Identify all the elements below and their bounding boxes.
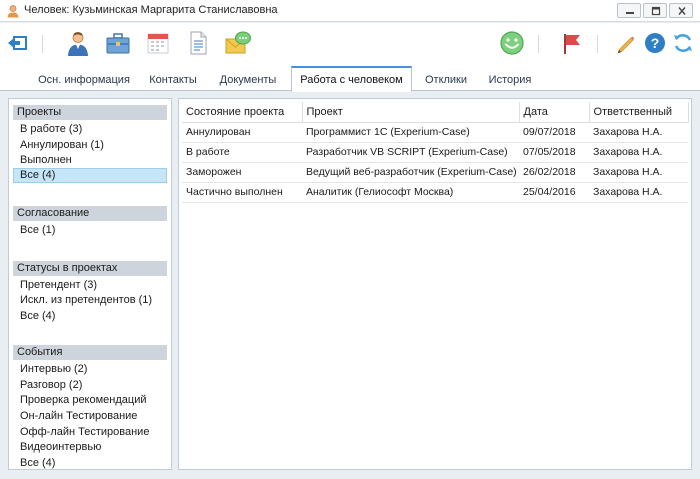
toolbar-separator <box>538 35 539 53</box>
table-row[interactable]: Заморожен Ведущий веб-разработчик (Exper… <box>182 162 688 183</box>
pencil-icon <box>617 36 635 54</box>
flag-button[interactable] <box>558 29 586 57</box>
table-cell-project: Аналитик (Гелиософт Москва) <box>302 182 519 203</box>
back-button[interactable] <box>4 29 32 57</box>
left-filter-panel: Проекты В работе (3) Аннулирован (1) Вып… <box>8 98 172 470</box>
filter-status-candidate[interactable]: Претендент (3) <box>13 278 167 293</box>
column-header-project[interactable]: Проект <box>302 102 520 123</box>
section-header-projects: Проекты <box>13 105 167 120</box>
tab-responses[interactable]: Отклики <box>416 69 476 91</box>
smiley-icon <box>500 31 524 55</box>
document-icon <box>190 31 207 55</box>
table-cell-responsible: Захарова Н.А. <box>589 142 688 163</box>
projects-table: Состояние проекта Проект Дата Ответствен… <box>182 102 689 203</box>
section-header-approval: Согласование <box>13 206 167 221</box>
filter-event-offline-testing[interactable]: Офф-лайн Тестирование <box>13 425 167 440</box>
minimize-icon <box>626 12 634 14</box>
flag-icon <box>564 34 580 54</box>
column-header-responsible[interactable]: Ответственный <box>589 102 689 123</box>
table-cell-responsible: Захарова Н.А. <box>589 182 688 203</box>
table-cell-state: В работе <box>182 142 302 163</box>
filter-projects-all[interactable]: Все (4) <box>13 168 167 183</box>
close-button[interactable] <box>669 3 693 18</box>
maximize-button[interactable] <box>643 3 667 18</box>
filter-event-online-testing[interactable]: Он-лайн Тестирование <box>13 409 167 424</box>
table-header-row: Состояние проекта Проект Дата Ответствен… <box>182 102 689 123</box>
table-row[interactable]: Частично выполнен Аналитик (Гелиософт Мо… <box>182 182 688 203</box>
filter-event-all[interactable]: Все (4) <box>13 456 167 471</box>
person-button[interactable] <box>64 29 92 57</box>
toolbar-separator <box>597 35 598 53</box>
table-cell-date: 07/05/2018 <box>519 142 589 163</box>
filter-projects-cancelled[interactable]: Аннулирован (1) <box>13 138 167 153</box>
back-icon <box>8 36 27 50</box>
person-icon <box>68 32 88 56</box>
briefcase-button[interactable] <box>104 29 132 57</box>
table-cell-responsible: Захарова Н.А. <box>589 122 688 143</box>
calendar-icon <box>147 33 169 54</box>
message-icon <box>225 31 251 54</box>
filter-approval-all[interactable]: Все (1) <box>13 223 167 238</box>
tab-contacts[interactable]: Контакты <box>140 69 206 91</box>
refresh-icon <box>674 34 692 52</box>
table-row[interactable]: Аннулирован Программист 1С (Experium-Cas… <box>182 122 688 143</box>
tab-bar: Осн. информация Контакты Документы Работ… <box>0 65 700 92</box>
tab-documents[interactable]: Документы <box>210 69 286 91</box>
document-button[interactable] <box>184 29 212 57</box>
filter-event-interview[interactable]: Интервью (2) <box>13 362 167 377</box>
section-header-statuses: Статусы в проектах <box>13 261 167 276</box>
table-cell-responsible: Захарова Н.А. <box>589 162 688 183</box>
table-cell-state: Заморожен <box>182 162 302 183</box>
filter-event-reference-check[interactable]: Проверка рекомендаций <box>13 393 167 408</box>
filter-status-excluded[interactable]: Искл. из претендентов (1) <box>13 293 167 308</box>
briefcase-icon <box>106 33 130 54</box>
filter-projects-in-work[interactable]: В работе (3) <box>13 122 167 137</box>
projects-table-panel: Состояние проекта Проект Дата Ответствен… <box>178 98 692 470</box>
table-cell-state: Частично выполнен <box>182 182 302 203</box>
tab-history[interactable]: История <box>480 69 540 91</box>
minimize-button[interactable] <box>617 3 641 18</box>
table-cell-date: 09/07/2018 <box>519 122 589 143</box>
table-row[interactable]: В работе Разработчик VB SCRIPT (Experium… <box>182 142 688 163</box>
table-cell-project: Программист 1С (Experium-Case) <box>302 122 519 143</box>
message-button[interactable] <box>224 29 252 57</box>
column-header-date[interactable]: Дата <box>519 102 590 123</box>
title-bar: Человек: Кузьминская Маргарита Станислав… <box>0 0 700 22</box>
table-cell-date: 25/04/2016 <box>519 182 589 203</box>
tab-main-info[interactable]: Осн. информация <box>30 69 138 91</box>
table-cell-project: Разработчик VB SCRIPT (Experium-Case) <box>302 142 519 163</box>
person-icon <box>7 5 19 18</box>
filter-status-all[interactable]: Все (4) <box>13 309 167 324</box>
column-header-project-state[interactable]: Состояние проекта <box>182 102 303 123</box>
maximize-icon <box>651 6 661 16</box>
edit-button[interactable] <box>612 29 640 57</box>
filter-event-video-interview[interactable]: Видеоинтервью <box>13 440 167 455</box>
toolbar: ? <box>0 23 700 65</box>
table-cell-project: Ведущий веб-разработчик (Experium-Case) <box>302 162 519 183</box>
close-icon <box>678 7 686 15</box>
filter-event-conversation[interactable]: Разговор (2) <box>13 378 167 393</box>
calendar-button[interactable] <box>144 29 172 57</box>
tab-work-with-person[interactable]: Работа с человеком <box>291 66 412 92</box>
refresh-button[interactable] <box>669 29 697 57</box>
svg-text:?: ? <box>651 35 660 51</box>
filter-projects-completed[interactable]: Выполнен <box>13 153 167 168</box>
table-cell-date: 26/02/2018 <box>519 162 589 183</box>
toolbar-separator <box>42 35 43 53</box>
help-icon: ? <box>645 33 665 53</box>
window-title: Человек: Кузьминская Маргарита Станислав… <box>24 4 278 16</box>
section-header-events: События <box>13 345 167 360</box>
smiley-button[interactable] <box>498 29 526 57</box>
help-button[interactable]: ? <box>641 29 669 57</box>
table-cell-state: Аннулирован <box>182 122 302 143</box>
